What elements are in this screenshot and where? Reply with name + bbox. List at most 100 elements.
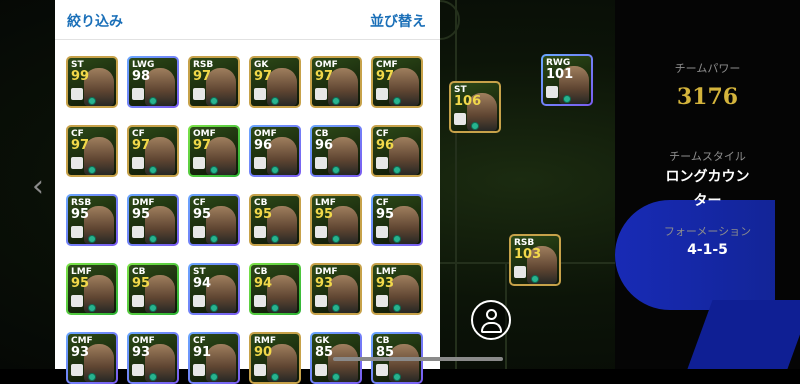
club-badge-icon xyxy=(71,88,83,100)
player-card[interactable]: CB 94 xyxy=(249,263,301,315)
player-card[interactable]: CMF 93 xyxy=(66,332,118,384)
player-photo: RSB 95 xyxy=(68,196,116,244)
player-card[interactable]: ST 94 xyxy=(188,263,240,315)
player-photo: CB 96 xyxy=(312,127,360,175)
player-rating: 98 xyxy=(132,69,151,84)
player-card[interactable]: CF 95 xyxy=(188,194,240,246)
user-head-shape xyxy=(486,309,497,320)
player-card[interactable]: RWG 101 xyxy=(541,54,593,106)
player-photo: CF 95 xyxy=(190,196,238,244)
player-photo: CF 95 xyxy=(373,196,421,244)
player-card[interactable]: RMF 90 xyxy=(249,332,301,384)
team-style-value-line2: ター xyxy=(693,193,722,209)
player-card[interactable]: RSB 97 xyxy=(188,56,240,108)
condition-icon xyxy=(332,235,340,243)
player-rating: 97 xyxy=(315,69,334,84)
player-rating: 95 xyxy=(254,207,273,222)
condition-icon xyxy=(393,235,401,243)
player-rating: 96 xyxy=(315,138,334,153)
player-card[interactable]: CF 91 xyxy=(188,332,240,384)
player-card[interactable]: LMF 93 xyxy=(371,263,423,315)
player-rating: 85 xyxy=(315,345,334,360)
club-badge-icon xyxy=(514,266,526,278)
club-badge-icon xyxy=(254,295,266,307)
player-rating: 101 xyxy=(546,67,574,82)
club-badge-icon xyxy=(315,157,327,169)
player-card[interactable]: LMF 95 xyxy=(310,194,362,246)
player-card[interactable]: ST 99 xyxy=(66,56,118,108)
user-icon[interactable] xyxy=(471,300,511,340)
club-badge-icon xyxy=(315,295,327,307)
player-rating: 91 xyxy=(193,345,212,360)
player-rating: 97 xyxy=(376,69,395,84)
condition-icon xyxy=(393,166,401,174)
formation-label: フォーメーション xyxy=(663,225,752,238)
formation-value[interactable]: 4-1-5 xyxy=(615,242,800,258)
club-badge-icon xyxy=(254,157,266,169)
player-card[interactable]: LMF 95 xyxy=(66,263,118,315)
player-photo: DMF 93 xyxy=(312,265,360,313)
player-rating: 95 xyxy=(193,207,212,222)
player-card[interactable]: LWG 98 xyxy=(127,56,179,108)
player-card[interactable]: RSB 103 xyxy=(509,234,561,286)
player-card[interactable]: DMF 93 xyxy=(310,263,362,315)
player-rating: 85 xyxy=(376,345,395,360)
team-style-label: チームスタイル xyxy=(669,150,746,163)
player-card[interactable]: DMF 95 xyxy=(127,194,179,246)
player-photo: RMF 90 xyxy=(251,334,299,382)
player-card[interactable]: CF 97 xyxy=(127,125,179,177)
player-card[interactable]: CMF 97 xyxy=(371,56,423,108)
player-photo: ST 94 xyxy=(190,265,238,313)
player-list-panel: 絞り込み 並び替え ST 99 LWG 98 RSB 97 GK 97 OMF 97 CMF 97 CF… xyxy=(55,0,440,384)
player-card[interactable]: OMF 96 xyxy=(249,125,301,177)
player-rating: 93 xyxy=(315,276,334,291)
club-badge-icon xyxy=(193,295,205,307)
player-rating: 93 xyxy=(376,276,395,291)
player-card[interactable]: CB 96 xyxy=(310,125,362,177)
condition-icon xyxy=(210,235,218,243)
player-card[interactable]: CB 95 xyxy=(127,263,179,315)
club-badge-icon xyxy=(71,295,83,307)
chevron-left-icon[interactable]: ‹ xyxy=(32,170,46,204)
filter-button[interactable]: 絞り込み xyxy=(67,11,123,31)
player-card[interactable]: CB 95 xyxy=(249,194,301,246)
player-photo: ST 106 xyxy=(451,83,499,131)
team-power-label: チームパワー xyxy=(674,62,741,75)
player-photo: LMF 95 xyxy=(68,265,116,313)
player-card[interactable]: OMF 97 xyxy=(188,125,240,177)
player-card[interactable]: ST 106 xyxy=(449,81,501,133)
player-rating: 99 xyxy=(71,69,90,84)
player-photo: CMF 93 xyxy=(68,334,116,382)
club-badge-icon xyxy=(376,157,388,169)
club-badge-icon xyxy=(71,157,83,169)
club-badge-icon xyxy=(132,157,144,169)
player-photo: LWG 98 xyxy=(129,58,177,106)
condition-icon xyxy=(531,275,539,283)
player-rating: 95 xyxy=(315,207,334,222)
player-rating: 90 xyxy=(254,345,273,360)
player-card[interactable]: OMF 93 xyxy=(127,332,179,384)
club-badge-icon xyxy=(315,364,327,376)
player-card[interactable]: GK 97 xyxy=(249,56,301,108)
club-badge-icon xyxy=(71,364,83,376)
player-card[interactable]: CF 95 xyxy=(371,194,423,246)
player-card[interactable]: CF 96 xyxy=(371,125,423,177)
player-rating: 95 xyxy=(132,276,151,291)
player-photo: OMF 96 xyxy=(251,127,299,175)
condition-icon xyxy=(332,166,340,174)
player-rating: 95 xyxy=(71,207,90,222)
club-badge-icon xyxy=(254,226,266,238)
player-photo: CB 94 xyxy=(251,265,299,313)
player-photo: OMF 97 xyxy=(190,127,238,175)
player-photo: CMF 97 xyxy=(373,58,421,106)
condition-icon xyxy=(88,166,96,174)
condition-icon xyxy=(88,97,96,105)
condition-icon xyxy=(271,304,279,312)
player-card[interactable]: CF 97 xyxy=(66,125,118,177)
condition-icon xyxy=(332,304,340,312)
condition-icon xyxy=(393,97,401,105)
condition-icon xyxy=(210,97,218,105)
sort-button[interactable]: 並び替え xyxy=(370,11,426,31)
player-card[interactable]: RSB 95 xyxy=(66,194,118,246)
player-card[interactable]: OMF 97 xyxy=(310,56,362,108)
